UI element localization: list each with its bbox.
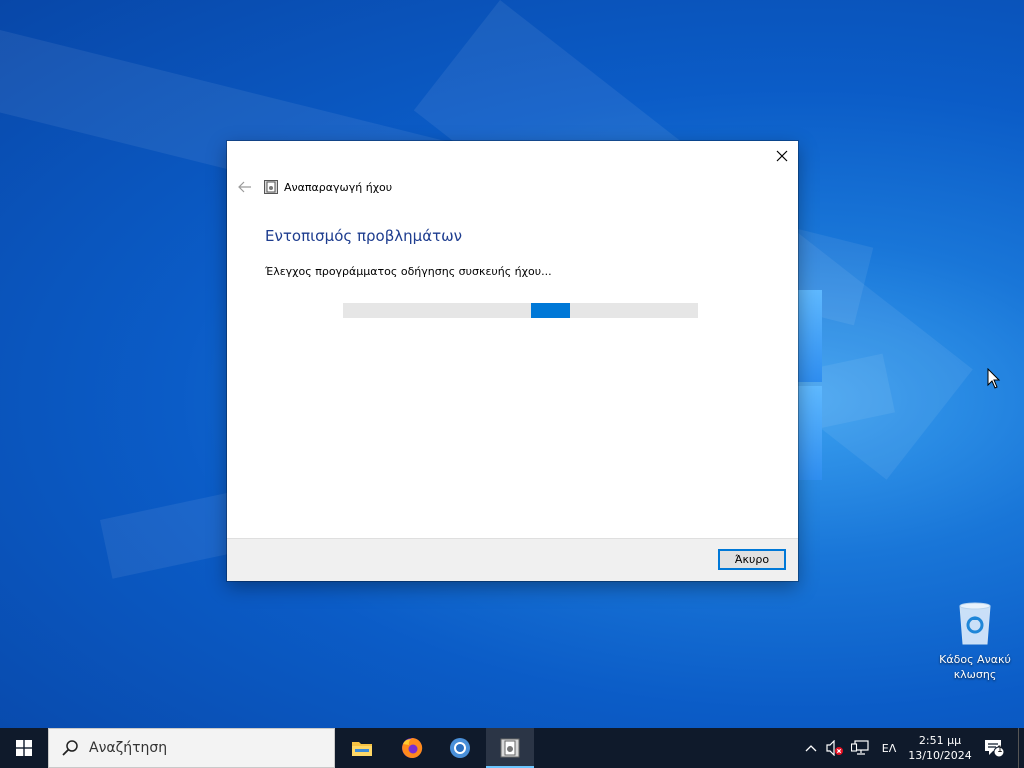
firefox-icon — [402, 737, 423, 758]
taskbar: Αναζήτηση ΕΛ 2:51 μμ 13/10/2024 1 — [0, 728, 1024, 768]
progress-marquee-chunk — [531, 303, 570, 318]
notification-count-badge: 1 — [997, 745, 1003, 755]
troubleshooter-dialog: Αναπαραγωγή ήχου Εντοπισμός προβλημάτων … — [227, 141, 798, 581]
chevron-up-icon — [805, 745, 817, 752]
mouse-cursor-icon — [987, 368, 1001, 389]
show-desktop-button[interactable] — [1018, 728, 1024, 768]
taskbar-app-chromium[interactable] — [436, 728, 484, 768]
taskbar-app-file-explorer[interactable] — [338, 728, 386, 768]
show-hidden-icons-button[interactable] — [800, 728, 822, 768]
clock-date: 13/10/2024 — [908, 749, 972, 762]
network-button[interactable] — [848, 728, 872, 768]
search-icon — [62, 740, 78, 756]
wallpaper-windows-logo — [796, 288, 824, 482]
folder-icon — [352, 742, 372, 756]
taskbar-app-firefox[interactable] — [388, 728, 436, 768]
close-icon — [776, 150, 788, 162]
status-text: Έλεγχος προγράμματος οδήγησης συσκευής ή… — [265, 265, 552, 278]
dialog-header: Αναπαραγωγή ήχου — [235, 177, 392, 197]
action-center-button[interactable]: 1 — [978, 728, 1010, 768]
progress-bar — [343, 303, 698, 318]
recycle-bin-label: Κάδος Ανακύ κλωσης — [939, 653, 1011, 681]
recycle-bin-shortcut[interactable]: Κάδος Ανακύ κλωσης — [934, 600, 1016, 682]
speaker-muted-icon — [826, 740, 843, 756]
search-placeholder: Αναζήτηση — [89, 740, 168, 756]
network-wired-icon — [851, 740, 869, 755]
page-heading: Εντοπισμός προβλημάτων — [265, 227, 463, 245]
troubleshooter-icon — [264, 180, 278, 194]
search-box[interactable]: Αναζήτηση — [48, 728, 335, 768]
app-title: Αναπαραγωγή ήχου — [284, 180, 393, 194]
close-button[interactable] — [766, 141, 798, 171]
recycle-bin-icon — [959, 602, 991, 645]
clock[interactable]: 2:51 μμ 13/10/2024 — [905, 728, 975, 768]
cancel-button[interactable]: Άκυρο — [718, 549, 786, 570]
volume-button[interactable] — [823, 728, 847, 768]
taskbar-app-audio-troubleshooter[interactable] — [486, 728, 534, 768]
start-button[interactable] — [0, 728, 48, 768]
troubleshooter-icon — [500, 738, 520, 758]
desktop: Αναπαραγωγή ήχου Εντοπισμός προβλημάτων … — [0, 0, 1024, 768]
language-indicator[interactable]: ΕΛ — [876, 728, 902, 768]
back-arrow-icon — [238, 181, 251, 193]
dialog-footer: Άκυρο — [227, 538, 798, 581]
back-button[interactable] — [235, 177, 255, 197]
chromium-icon — [450, 738, 470, 758]
windows-start-icon — [16, 740, 32, 756]
clock-time: 2:51 μμ — [918, 734, 962, 747]
